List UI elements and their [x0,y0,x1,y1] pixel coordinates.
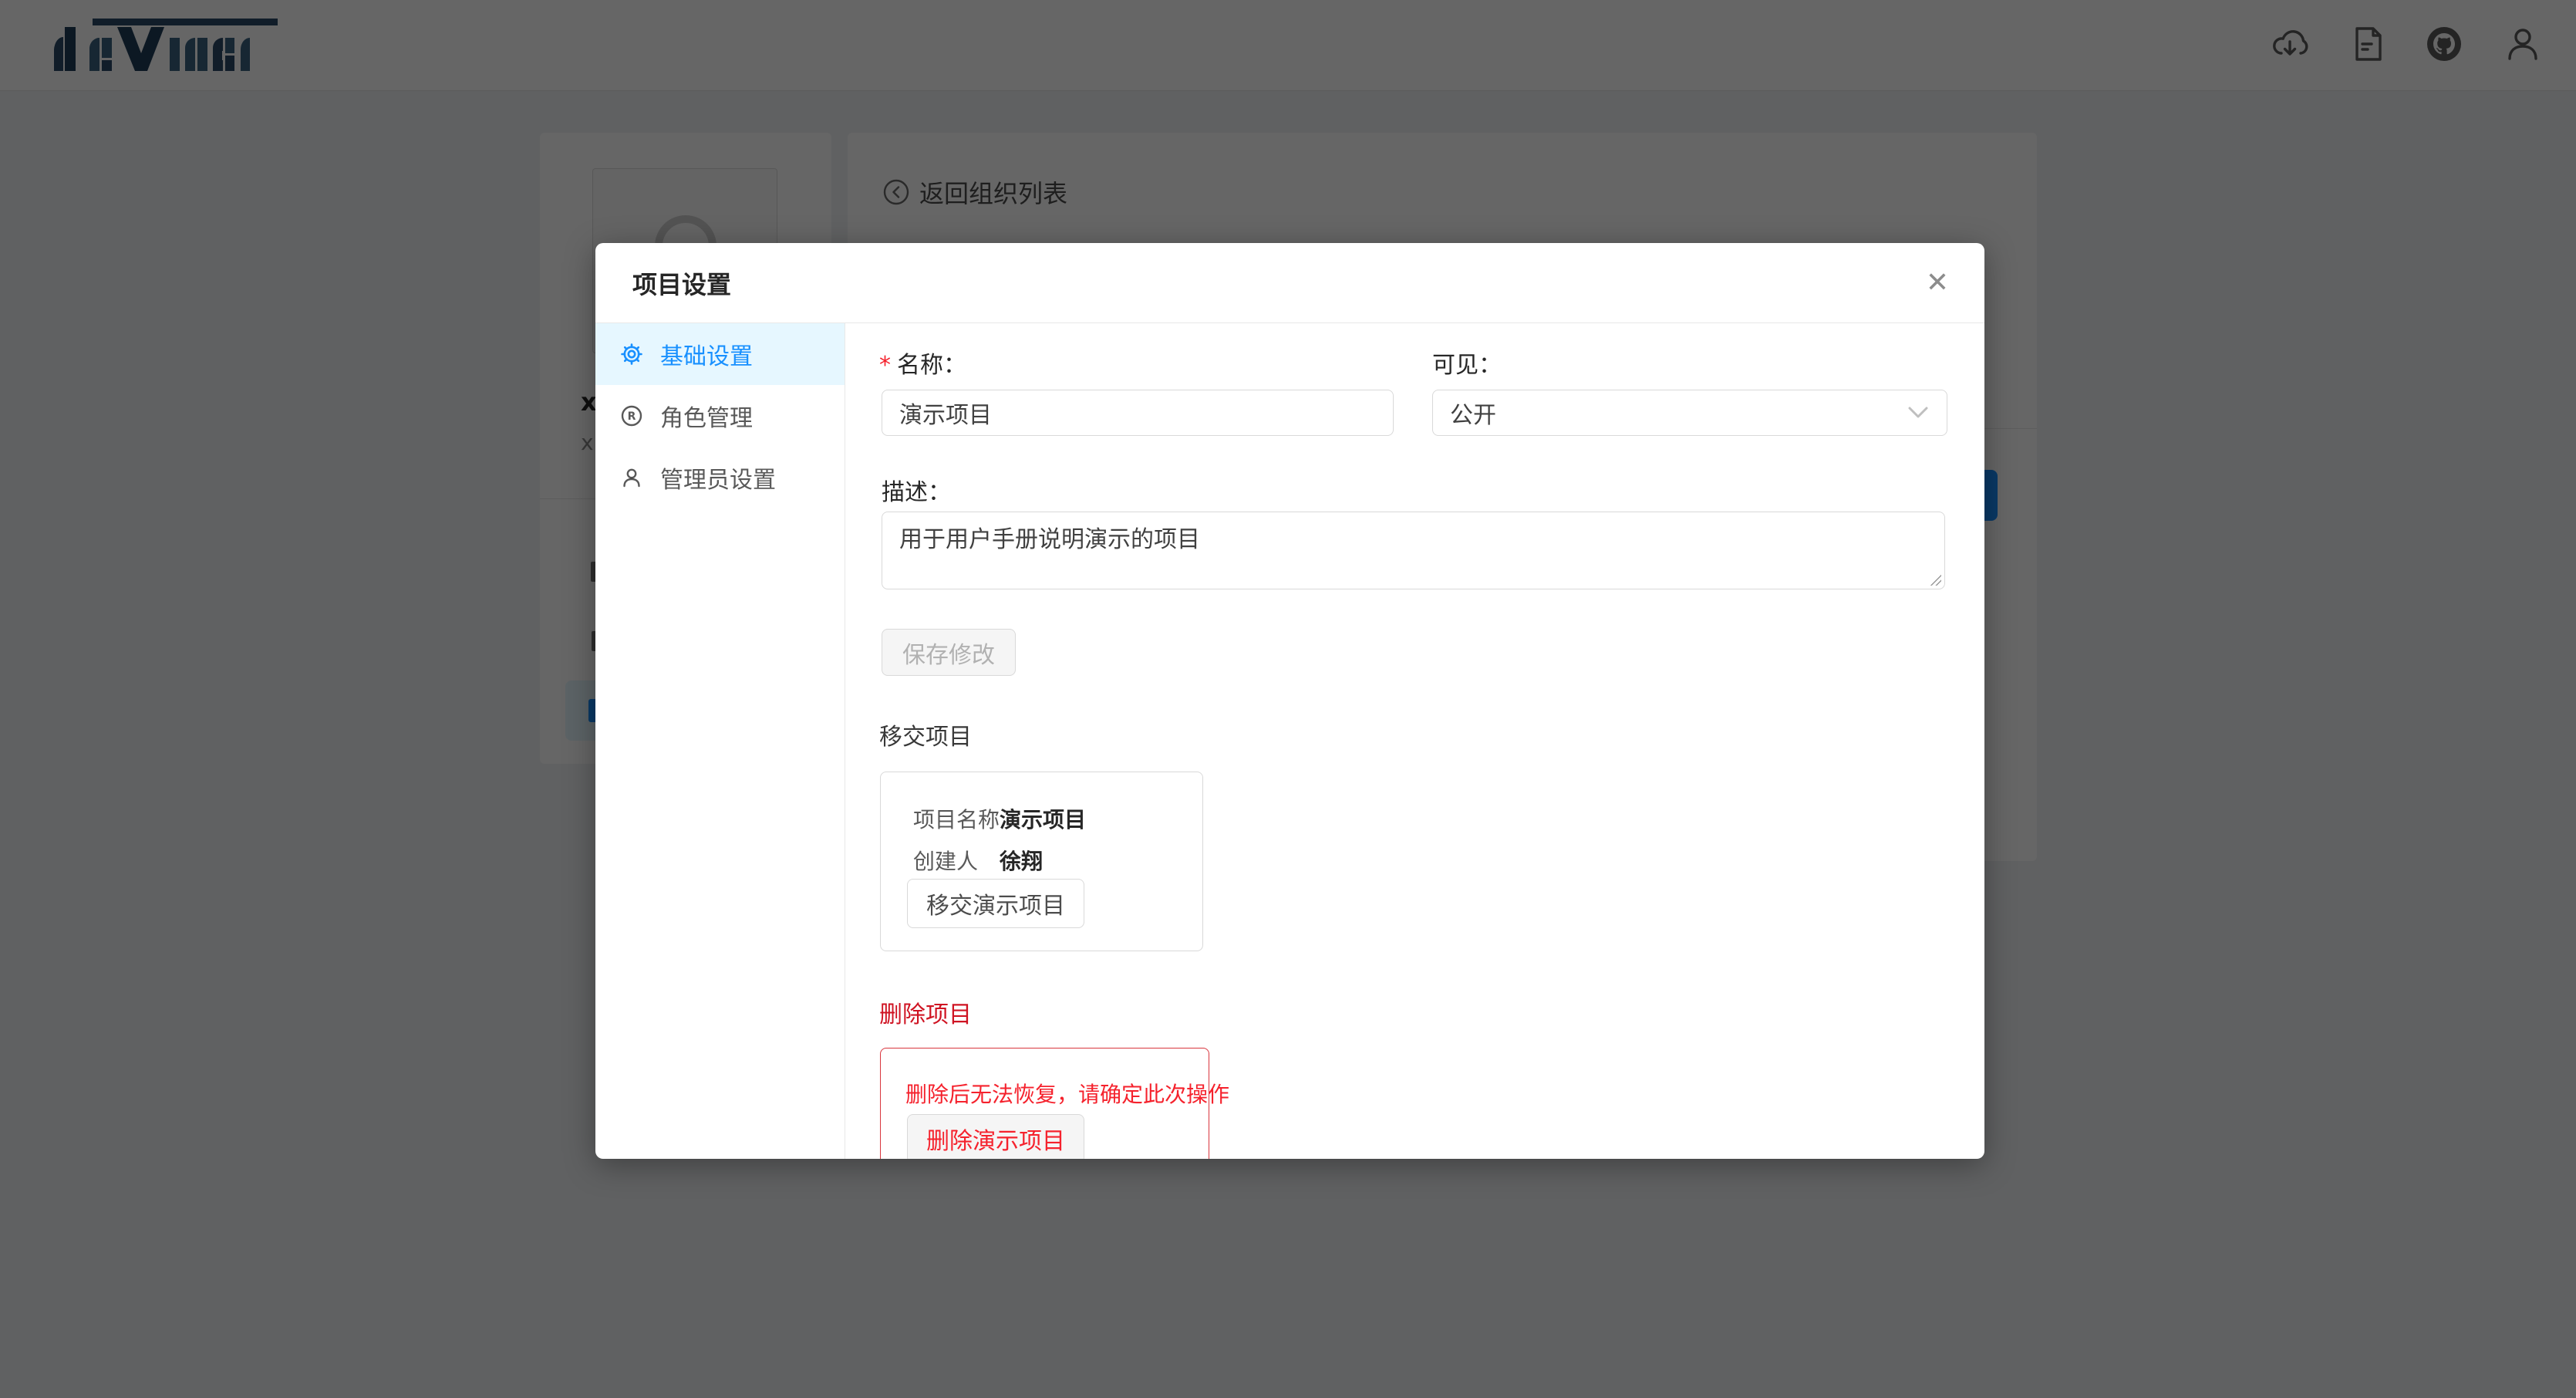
transfer-project-button[interactable]: 移交演示项目 [907,879,1084,928]
transfer-row-label: 项目名称 [913,803,1000,834]
transfer-heading: 移交项目 [879,718,972,751]
transfer-row: 创建人徐翔 [913,845,1043,876]
application-window: x xi 返回组织列表 项目设置 ✕ [0,0,2576,1398]
sidebar-item-label: 角色管理 [660,399,753,433]
modal-body: *名称： 可见： 演示项目 公开 描述： 用于用户手册说明演示的项目 保存修改 [845,323,1984,1159]
visibility-select[interactable]: 公开 [1432,390,1947,436]
transfer-row-value: 演示项目 [1000,803,1086,834]
delete-heading: 删除项目 [879,995,972,1029]
transfer-box: 项目名称演示项目 创建人徐翔 移交演示项目 [880,772,1203,951]
delete-box: 删除后无法恢复，请确定此次操作 删除演示项目 [880,1048,1209,1159]
delete-project-button[interactable]: 删除演示项目 [907,1114,1084,1159]
sidebar-item-admin-settings[interactable]: 管理员设置 [595,447,845,508]
visibility-label: 可见： [1432,346,1502,380]
required-asterisk: * [879,352,891,379]
resize-handle-icon[interactable] [1927,572,1941,586]
chevron-down-icon [1908,407,1928,419]
sidebar-item-label: 管理员设置 [660,461,776,495]
save-button[interactable]: 保存修改 [882,629,1016,676]
transfer-row: 项目名称演示项目 [913,803,1086,834]
description-label: 描述： [882,473,951,507]
description-textarea[interactable]: 用于用户手册说明演示的项目 [882,512,1945,589]
modal-header: 项目设置 ✕ [595,243,1984,323]
person-icon [621,467,642,488]
delete-warning: 删除后无法恢复，请确定此次操作 [905,1078,1229,1109]
modal-sidebar: 基础设置 R 角色管理 管理员设置 [595,323,845,1159]
visibility-select-value: 公开 [1450,396,1496,430]
gear-icon [621,343,642,365]
sidebar-item-label: 基础设置 [660,337,753,371]
close-icon[interactable]: ✕ [1921,265,1954,302]
svg-text:R: R [628,410,636,423]
sidebar-item-role-management[interactable]: R 角色管理 [595,385,845,447]
modal-title: 项目设置 [632,265,731,301]
name-input-value: 演示项目 [899,396,992,430]
registered-icon: R [621,405,642,427]
transfer-row-label: 创建人 [913,845,1000,876]
transfer-row-value: 徐翔 [1000,845,1043,876]
name-label: *名称： [879,346,966,380]
name-input[interactable]: 演示项目 [882,390,1394,436]
project-settings-modal: 项目设置 ✕ 基础设置 R 角色管理 [595,243,1984,1159]
description-value: 用于用户手册说明演示的项目 [899,526,1200,553]
sidebar-item-basic-settings[interactable]: 基础设置 [595,323,845,385]
